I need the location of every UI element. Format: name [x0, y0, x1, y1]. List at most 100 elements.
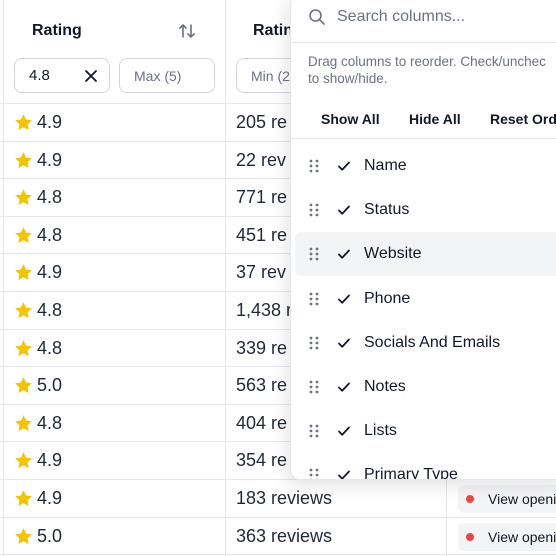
hint-line: to show/hide.	[308, 71, 388, 86]
drag-handle-icon[interactable]	[309, 336, 319, 350]
rating-value: 4.9	[37, 112, 63, 132]
rating-min-value: 4.8	[29, 67, 50, 84]
column-label: Status	[364, 201, 410, 219]
star-icon	[15, 264, 32, 281]
rating-cell: 4.9	[14, 262, 62, 283]
reviews-count: 22 rev	[236, 149, 287, 170]
rating-value: 4.8	[37, 224, 63, 245]
closed-status-dot	[466, 495, 474, 503]
table-row[interactable]: 4.9 183 reviews View openi	[0, 480, 556, 518]
sort-icon[interactable]	[178, 22, 196, 40]
drag-handle-icon[interactable]	[309, 159, 319, 173]
column-item-phone[interactable]: Phone	[295, 277, 556, 321]
column-label: Phone	[364, 289, 411, 307]
reset-order-button[interactable]: Reset Orde	[490, 111, 556, 127]
column-item-socials-and-emails[interactable]: Socials And Emails	[295, 321, 556, 365]
rating-cell: 4.8	[14, 300, 62, 321]
reviews-count: 451 re	[236, 224, 288, 245]
reorder-hint: Drag columns to reorder. Check/unchec to…	[308, 53, 556, 87]
rating-cell: 4.9	[14, 112, 62, 133]
rating-value: 4.8	[37, 412, 63, 433]
checkmark-icon[interactable]	[337, 380, 351, 394]
rating-cell: 4.9	[14, 488, 62, 509]
rating-value: 5.0	[37, 375, 63, 396]
column-label: Website	[364, 245, 422, 263]
reviews-count: 339 re	[236, 337, 288, 358]
checkmark-icon[interactable]	[337, 247, 351, 261]
column-item-name[interactable]: Name	[295, 144, 556, 188]
rating-value: 5.0	[37, 525, 63, 546]
drag-handle-icon[interactable]	[309, 468, 319, 480]
hint-line: Drag columns to reorder. Check/unchec	[308, 54, 546, 69]
checkmark-icon[interactable]	[337, 292, 351, 306]
rating-max-filter[interactable]: Max (5)	[119, 58, 215, 93]
rating-value: 4.9	[37, 450, 63, 471]
star-icon	[15, 114, 32, 131]
rating-value: 4.8	[37, 187, 63, 208]
checkmark-icon[interactable]	[337, 468, 351, 480]
show-all-button[interactable]: Show All	[321, 111, 380, 127]
reviews-column-title: Ratin	[253, 22, 293, 39]
column-search-input[interactable]	[337, 3, 556, 31]
drag-handle-icon[interactable]	[309, 247, 319, 261]
column-item-website[interactable]: Website	[295, 232, 556, 277]
column-actions: Show All Hide All Reset Orde	[291, 99, 556, 139]
rating-cell: 5.0	[14, 375, 62, 396]
checkmark-icon[interactable]	[337, 203, 351, 217]
view-opening-hours-label: View openi	[488, 528, 556, 545]
column-label: Primary Type	[364, 466, 458, 480]
star-icon	[15, 339, 32, 356]
column-label: Socials And Emails	[364, 333, 501, 351]
checkmark-icon[interactable]	[337, 424, 351, 438]
table-row[interactable]: 5.0 363 reviews View openi	[0, 518, 556, 556]
rating-cell: 4.8	[14, 225, 62, 246]
reviews-min-placeholder: Min (2	[251, 67, 290, 84]
reviews-count: 363 reviews	[236, 525, 333, 546]
checkmark-icon[interactable]	[337, 159, 351, 173]
column-item-lists[interactable]: Lists	[295, 409, 556, 453]
clear-icon[interactable]	[83, 68, 99, 84]
drag-handle-icon[interactable]	[309, 380, 319, 394]
reviews-count: 771 re	[236, 187, 288, 208]
rating-value: 4.9	[37, 149, 63, 170]
drag-handle-icon[interactable]	[309, 424, 319, 438]
column-label: Name	[364, 157, 407, 174]
hide-all-button[interactable]: Hide All	[409, 111, 461, 127]
reviews-count: 37 rev	[236, 262, 287, 283]
column-item-status[interactable]: Status	[295, 188, 556, 232]
rating-value: 4.8	[37, 300, 63, 320]
rating-cell: 5.0	[14, 526, 62, 547]
column-divider	[446, 480, 447, 556]
rating-value: 4.9	[37, 262, 63, 283]
rating-cell: 4.9	[14, 150, 62, 171]
view-opening-hours-label: View openi	[488, 491, 556, 507]
reviews-count: 354 re	[236, 450, 288, 471]
star-icon	[15, 527, 32, 544]
column-search-bar	[291, 1, 556, 43]
rating-cell: 4.8	[14, 413, 62, 434]
reviews-count: 183 reviews	[236, 488, 333, 508]
column-item-notes[interactable]: Notes	[295, 365, 556, 409]
reviews-count: 404 re	[236, 412, 288, 433]
rating-value: 4.9	[37, 488, 63, 508]
star-icon	[15, 226, 32, 243]
column-divider	[3, 0, 4, 556]
star-icon	[15, 189, 32, 206]
checkmark-icon[interactable]	[337, 336, 351, 350]
drag-handle-icon[interactable]	[309, 292, 319, 306]
column-item-primary-type[interactable]: Primary Type	[295, 453, 556, 480]
rating-min-filter[interactable]: 4.8	[14, 58, 110, 93]
column-divider	[225, 0, 226, 556]
rating-cell: 4.8	[14, 338, 62, 359]
star-icon	[15, 490, 32, 507]
column-label: Lists	[364, 422, 397, 440]
reviews-count: 563 re	[236, 375, 288, 396]
column-settings-popover: Drag columns to reorder. Check/unchec to…	[290, 0, 556, 480]
rating-value: 4.8	[37, 337, 63, 358]
view-opening-hours-button[interactable]: View openi	[458, 522, 556, 551]
rating-cell: 4.8	[14, 187, 62, 208]
star-icon	[15, 377, 32, 394]
view-opening-hours-button[interactable]: View openi	[458, 485, 556, 513]
column-label: Notes	[364, 378, 406, 395]
drag-handle-icon[interactable]	[309, 203, 319, 217]
